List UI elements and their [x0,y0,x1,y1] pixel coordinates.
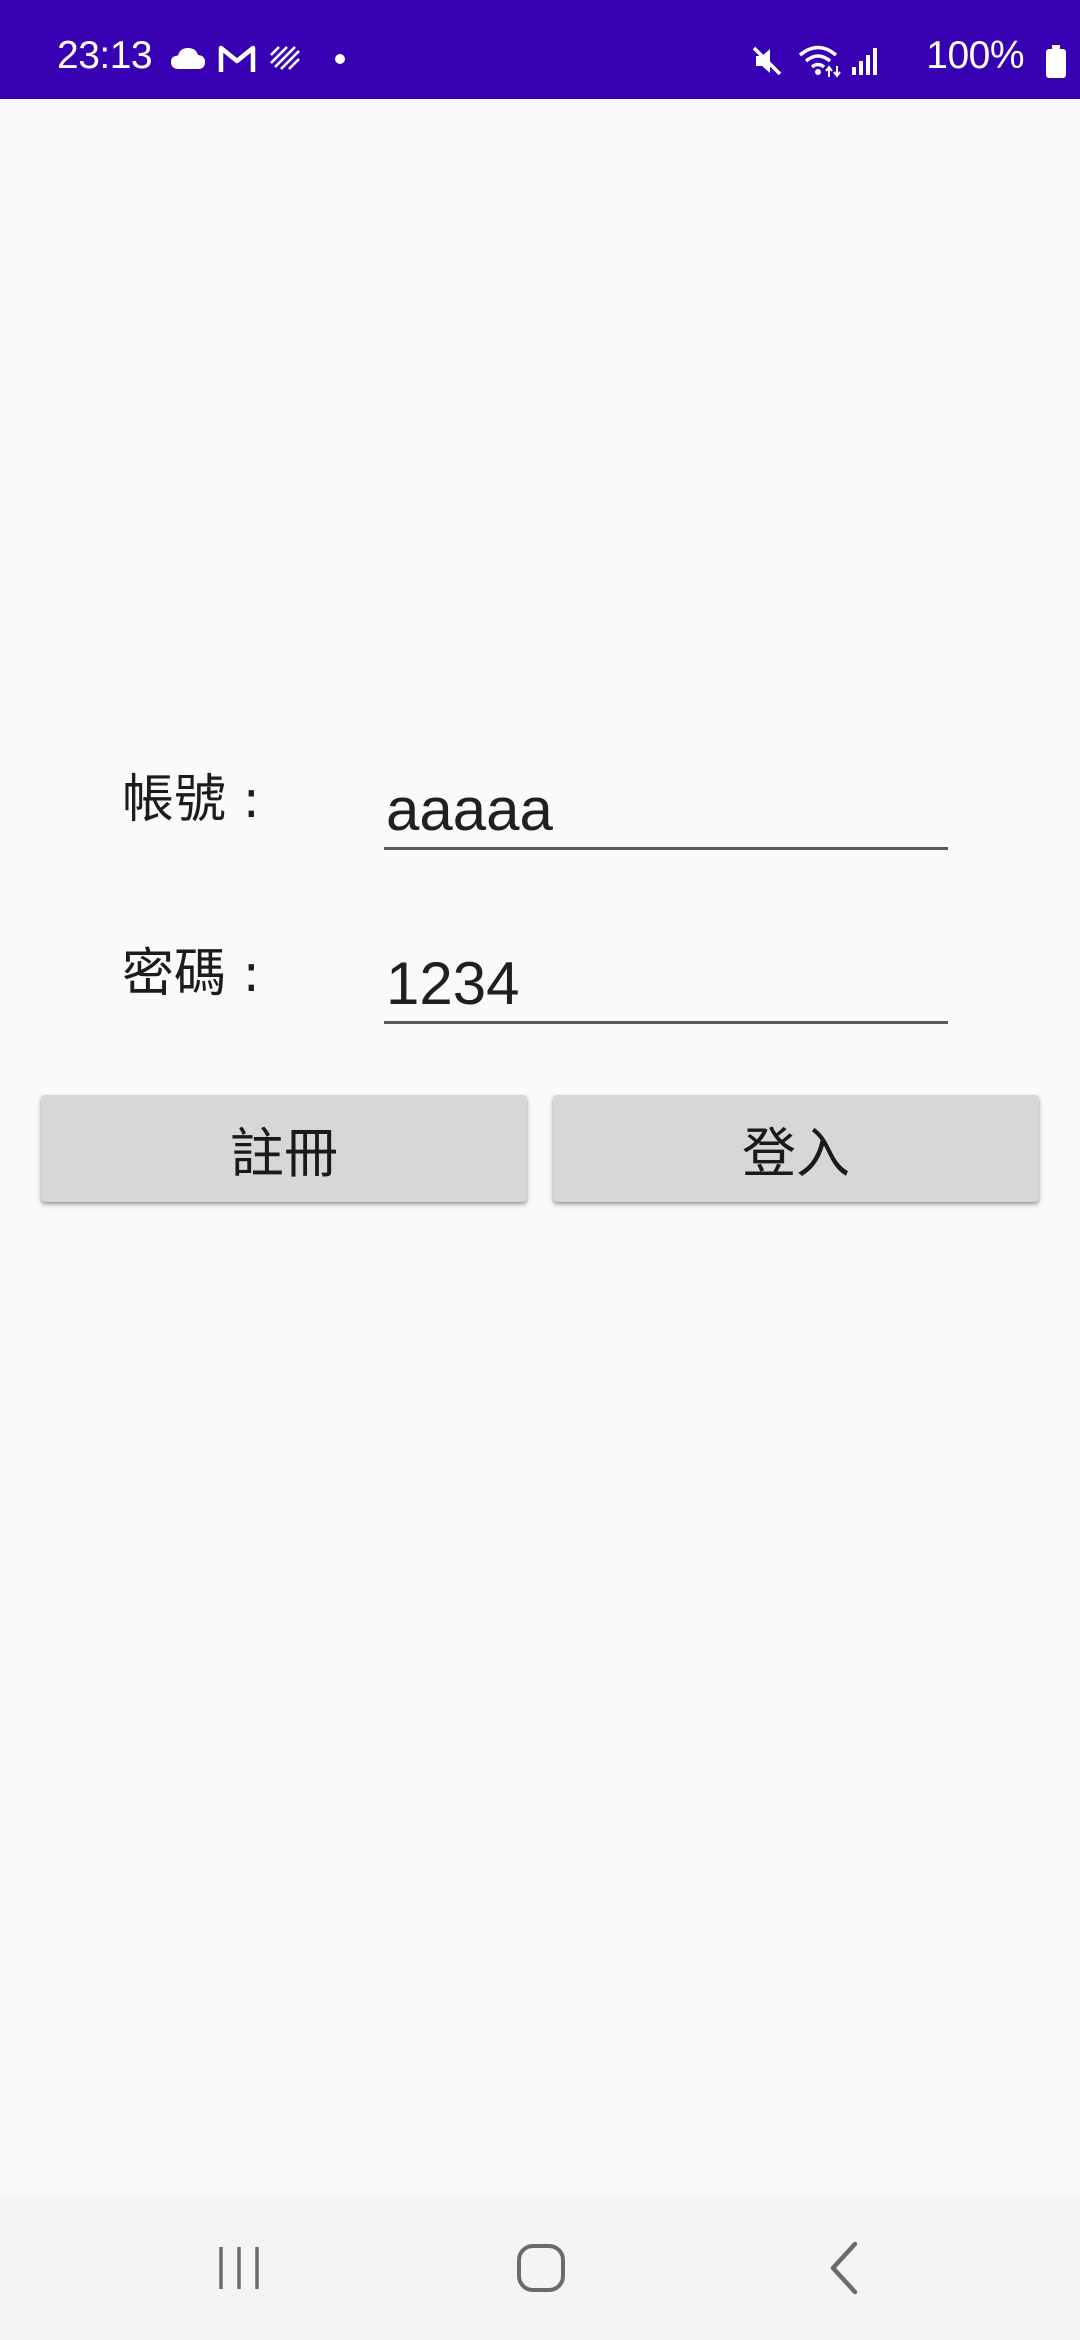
password-input[interactable] [384,952,948,1024]
login-button[interactable]: 登入 [553,1095,1039,1202]
register-button[interactable]: 註冊 [41,1095,527,1202]
status-bar: 23:13 100% [0,0,1080,99]
status-right-icons: 100% [740,0,1080,99]
home-icon[interactable] [496,2232,586,2304]
data-stripes-icon [268,45,314,73]
password-label: 密碼 : [122,944,261,1004]
navigation-bar [0,2196,1080,2340]
notification-dot-icon [334,53,358,65]
mute-icon [752,46,784,81]
signal-icon [850,46,880,81]
cloud-icon [170,47,218,71]
login-screen: 23:13 100% 帳號: aaaaa 密碼: 1234 註冊 登入 [0,0,1080,2340]
back-icon[interactable] [800,2232,890,2304]
status-time: 23:13 [57,34,153,77]
account-input[interactable] [384,778,948,850]
battery-percentage: 100% [926,34,1024,77]
gmail-icon [218,44,268,74]
account-label: 帳號 : [122,770,261,830]
status-left-icons [170,44,358,74]
wifi-icon [798,44,844,83]
recent-apps-icon[interactable] [194,2232,284,2304]
battery-icon [1044,45,1068,84]
